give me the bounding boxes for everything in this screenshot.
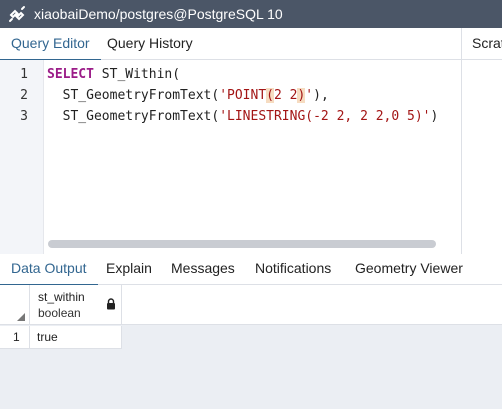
editor-tabs: Query Editor Query History Scratch Pad — [0, 28, 502, 61]
sql-editor[interactable]: 1 2 3 SELECT ST_Within( ST_GeometryFromT… — [0, 60, 461, 254]
code-line[interactable]: ST_GeometryFromText('POINT(2 2)'), — [47, 88, 329, 103]
column-name: st_within — [38, 290, 85, 304]
tab-scratch-pad[interactable]: Scratch Pad — [462, 28, 502, 60]
lock-icon — [106, 297, 116, 310]
line-number: 2 — [20, 88, 28, 103]
code-text: ), — [313, 88, 329, 103]
results-tabs: Data Output Explain Messages Notificatio… — [0, 254, 502, 286]
grid-header: st_within boolean — [0, 285, 502, 325]
code-text: ST_GeometryFromText( — [47, 88, 220, 103]
table-row[interactable]: 1 true — [0, 326, 122, 349]
code-text: ST_GeometryFromText( — [47, 109, 220, 124]
connection-title: xiaobaiDemo/postgres@PostgreSQL 10 — [34, 6, 283, 22]
tab-explain[interactable]: Explain — [95, 254, 163, 285]
line-number-gutter: 1 2 3 — [0, 60, 44, 254]
row-number[interactable]: 1 — [0, 326, 30, 349]
code-text: ) — [430, 109, 439, 124]
connection-icon[interactable] — [0, 0, 34, 28]
tab-data-output[interactable]: Data Output — [0, 254, 98, 286]
code-line[interactable]: ST_GeometryFromText('LINESTRING(-2 2, 2 … — [47, 109, 439, 124]
string-literal: ' — [305, 88, 314, 103]
title-bar: xiaobaiDemo/postgres@PostgreSQL 10 — [0, 0, 502, 28]
tab-query-history[interactable]: Query History — [95, 28, 205, 60]
table-cell[interactable]: true — [30, 326, 122, 349]
line-number: 3 — [20, 109, 28, 124]
code-text: ST_Within( — [93, 67, 181, 82]
tab-notifications[interactable]: Notifications — [244, 254, 342, 285]
string-literal: 'LINESTRING(-2 2, 2 2,0 5)' — [219, 109, 431, 124]
column-header-st-within[interactable]: st_within boolean — [30, 285, 122, 325]
column-type: boolean — [38, 306, 81, 320]
results-panel: Data Output Explain Messages Notificatio… — [0, 254, 502, 409]
string-literal: 2 2 — [273, 88, 298, 103]
scratch-pad-area[interactable] — [462, 60, 502, 254]
tab-query-editor[interactable]: Query Editor — [0, 28, 101, 61]
select-all-corner[interactable] — [0, 285, 30, 325]
corner-triangle-icon — [17, 313, 25, 321]
horizontal-scrollbar[interactable] — [48, 240, 436, 248]
string-literal: 'POINT — [219, 88, 267, 103]
code-line[interactable]: SELECT ST_Within( — [47, 67, 180, 82]
tab-messages[interactable]: Messages — [160, 254, 246, 285]
line-number: 1 — [20, 67, 28, 82]
tab-geometry-viewer[interactable]: Geometry Viewer — [344, 254, 474, 285]
sql-keyword: SELECT — [47, 67, 94, 82]
bracket-highlight: ( — [266, 88, 274, 103]
